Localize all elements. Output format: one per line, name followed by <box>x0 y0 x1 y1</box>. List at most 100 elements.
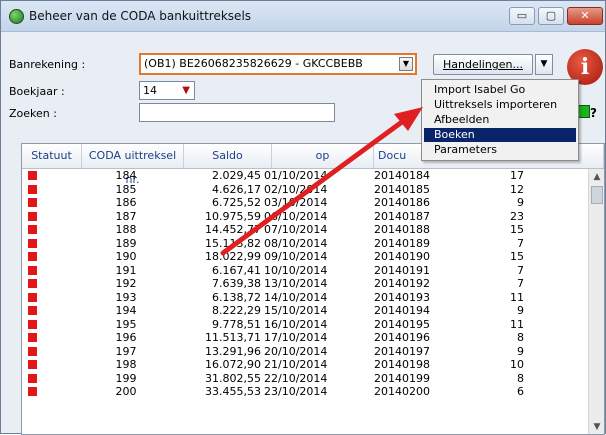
status-badge <box>28 333 37 342</box>
chevron-down-icon[interactable]: ▼ <box>182 84 190 97</box>
cell-nr: 185 <box>115 182 137 196</box>
year-label: Boekjaar : <box>9 85 65 98</box>
close-button[interactable]: ✕ <box>567 7 603 25</box>
cell-count: 6 <box>517 385 524 398</box>
minimize-button[interactable]: ▭ <box>509 7 535 25</box>
cell-count: 8 <box>517 371 524 385</box>
cell-count: 23 <box>510 209 524 223</box>
cell-document: 20140185 <box>374 182 430 196</box>
status-badge <box>28 211 37 221</box>
menu-item-afbeelden[interactable]: Afbeelden <box>424 113 576 127</box>
column-header-statuut[interactable]: Statuut <box>22 144 82 168</box>
chevron-down-icon[interactable]: ▼ <box>399 57 413 71</box>
status-badge <box>28 225 37 234</box>
cell-count: 11 <box>510 317 524 331</box>
table-row[interactable]: 198 16.072,90 21/10/2014 20140198 10 <box>22 358 588 372</box>
actions-button-label: Handelingen... <box>442 58 524 71</box>
menu-item-import-isabel-go[interactable]: Import Isabel Go <box>424 83 576 97</box>
actions-dropdown-button[interactable]: ▼ <box>535 54 553 75</box>
cell-count: 8 <box>517 331 524 344</box>
cell-count: 10 <box>510 358 524 371</box>
cell-document: 20140188 <box>374 223 430 236</box>
cell-saldo: 2.029,45 <box>212 169 261 182</box>
table-row[interactable]: 193 6.138,72 14/10/2014 20140193 11 <box>22 291 588 305</box>
cell-op: 13/10/2014 <box>264 277 328 290</box>
scroll-up-icon[interactable]: ▲ <box>589 169 604 185</box>
status-badge <box>28 198 37 207</box>
cell-nr: 198 <box>115 358 137 371</box>
table-row[interactable]: 185 4.626,17 02/10/2014 20140185 12 <box>22 183 588 197</box>
status-badge <box>28 184 37 194</box>
cell-document: 20140189 <box>374 236 430 250</box>
cell-count: 9 <box>517 196 524 209</box>
menu-item-parameters[interactable]: Parameters <box>424 143 576 157</box>
cell-saldo: 13.291,96 <box>205 344 261 358</box>
search-input[interactable] <box>139 103 335 122</box>
cell-count: 12 <box>510 182 524 196</box>
status-badge <box>28 387 37 396</box>
table-row[interactable]: 195 9.778,51 16/10/2014 20140195 11 <box>22 318 588 332</box>
table-row[interactable]: 200 33.455,53 23/10/2014 20140200 6 <box>22 385 588 399</box>
account-select[interactable]: (OB1) BE26068235826629 - GKCCBEBB ▼ <box>139 53 417 75</box>
status-badge <box>28 265 37 275</box>
scroll-thumb[interactable] <box>591 186 603 204</box>
menu-item-boeken[interactable]: Boeken <box>424 128 576 142</box>
column-header-op[interactable]: op <box>272 144 374 168</box>
table-row[interactable]: 190 18.022,99 09/10/2014 20140190 15 <box>22 250 588 264</box>
cell-document: 20140195 <box>374 317 430 331</box>
cell-document: 20140191 <box>374 263 430 277</box>
cell-op: 09/10/2014 <box>264 250 328 263</box>
cell-document: 20140193 <box>374 290 430 304</box>
cell-nr: 197 <box>115 344 137 358</box>
table-row[interactable]: 199 31.802,55 22/10/2014 20140199 8 <box>22 372 588 386</box>
table-row[interactable]: 194 8.222,29 15/10/2014 20140194 9 <box>22 304 588 318</box>
cell-saldo: 6.725,52 <box>212 196 261 209</box>
cell-nr: 188 <box>115 223 137 236</box>
table-row[interactable]: 197 13.291,96 20/10/2014 20140197 9 <box>22 345 588 359</box>
table-row[interactable]: 186 6.725,52 03/10/2014 20140186 9 <box>22 196 588 210</box>
cell-count: 7 <box>517 263 524 277</box>
year-select[interactable]: 14 ▼ <box>139 81 195 100</box>
status-badge <box>28 360 37 369</box>
cell-saldo: 14.452,77 <box>205 223 261 236</box>
cell-saldo: 8.222,29 <box>212 304 261 317</box>
cell-op: 14/10/2014 <box>264 290 328 304</box>
cell-op: 21/10/2014 <box>264 358 328 371</box>
cell-saldo: 6.167,41 <box>212 263 261 277</box>
vertical-scrollbar[interactable]: ▲ ▼ <box>588 169 604 434</box>
column-header-saldo[interactable]: Saldo <box>184 144 272 168</box>
cell-op: 17/10/2014 <box>264 331 328 344</box>
cell-op: 15/10/2014 <box>264 304 328 317</box>
cell-document: 20140199 <box>374 371 430 385</box>
cell-count: 17 <box>510 169 524 182</box>
table-row[interactable]: 188 14.452,77 07/10/2014 20140188 15 <box>22 223 588 237</box>
cell-nr: 199 <box>115 371 137 385</box>
coda-window: Beheer van de CODA bankuittreksels ▭ ▢ ✕… <box>0 0 606 435</box>
table-row[interactable]: 184 2.029,45 01/10/2014 20140184 17 <box>22 169 588 183</box>
cell-nr: 191 <box>115 263 137 277</box>
table-row[interactable]: 189 15.113,82 08/10/2014 20140189 7 <box>22 237 588 251</box>
cell-op: 22/10/2014 <box>264 371 328 385</box>
cell-saldo: 15.113,82 <box>205 236 261 250</box>
cell-nr: 200 <box>115 385 137 398</box>
window-title: Beheer van de CODA bankuittreksels <box>29 9 252 23</box>
column-header-coda-nr[interactable]: CODA uittreksel nr. <box>82 144 184 186</box>
status-badge <box>28 238 37 248</box>
cell-saldo: 10.975,59 <box>205 209 261 223</box>
cell-nr: 196 <box>115 331 137 344</box>
cell-saldo: 33.455,53 <box>205 385 261 398</box>
actions-button[interactable]: Handelingen... <box>433 54 533 75</box>
coda-table: Statuut CODA uittreksel nr. Saldo op Doc… <box>21 143 605 435</box>
maximize-button[interactable]: ▢ <box>538 7 564 25</box>
menu-item-uittreksels-importeren[interactable]: Uittreksels importeren <box>424 98 576 112</box>
help-icon[interactable]: ? <box>577 105 603 121</box>
cell-count: 11 <box>510 290 524 304</box>
table-row[interactable]: 192 7.639,38 13/10/2014 20140192 7 <box>22 277 588 291</box>
cell-op: 20/10/2014 <box>264 344 328 358</box>
cell-document: 20140196 <box>374 331 430 344</box>
table-row[interactable]: 191 6.167,41 10/10/2014 20140191 7 <box>22 264 588 278</box>
cell-count: 15 <box>510 250 524 263</box>
table-row[interactable]: 187 10.975,59 06/10/2014 20140187 23 <box>22 210 588 224</box>
table-row[interactable]: 196 11.513,71 17/10/2014 20140196 8 <box>22 331 588 345</box>
scroll-down-icon[interactable]: ▼ <box>589 419 604 434</box>
